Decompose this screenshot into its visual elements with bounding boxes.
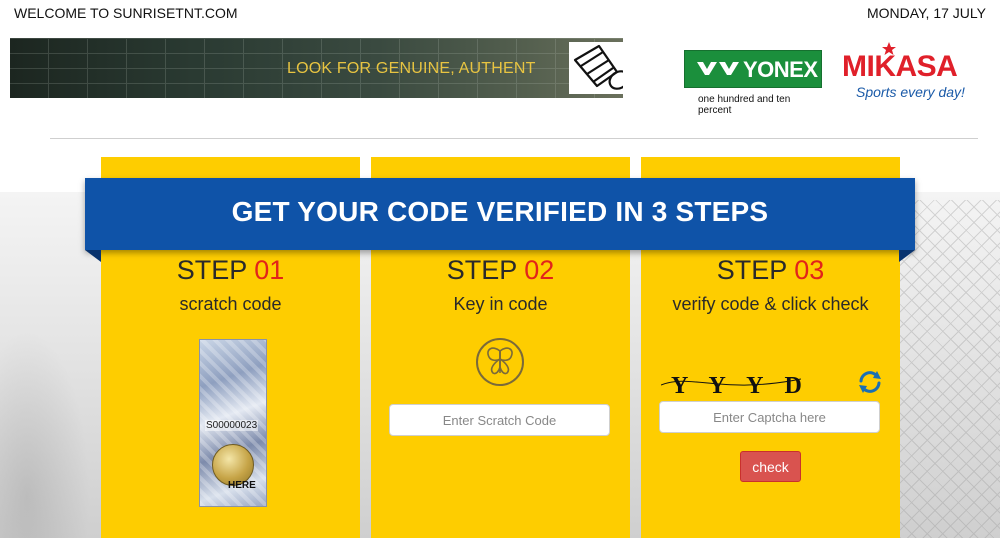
mikasa-tagline: Sports every day! — [856, 84, 965, 100]
step-title: STEP 01 — [101, 255, 360, 286]
step-label: STEP — [176, 255, 247, 285]
step-number: 03 — [794, 255, 825, 285]
check-button[interactable]: check — [740, 451, 801, 482]
step-description: verify code & click check — [672, 294, 869, 314]
step-description: Key in code — [453, 294, 548, 314]
step-label: STEP — [446, 255, 517, 285]
step-number: 02 — [524, 255, 555, 285]
shadow-decoration — [0, 330, 90, 538]
step-title: STEP 02 — [371, 255, 630, 286]
step-description: scratch code — [179, 294, 282, 314]
shuttlecock-icon — [569, 42, 623, 94]
steps-ribbon: GET YOUR CODE VERIFIED IN 3 STEPS — [85, 178, 915, 250]
scratch-serial: S00000023 — [205, 420, 259, 431]
banner-marquee-text: LOOK FOR GENUINE, AUTHENT — [287, 60, 536, 77]
scratch-hint: HERE — [228, 480, 256, 491]
yonex-badge: YONEX — [684, 50, 822, 88]
step-label: STEP — [716, 255, 787, 285]
scratch-label-image: S00000023 HERE — [199, 339, 267, 507]
promo-banner: LOOK FOR GENUINE, AUTHENT — [10, 38, 623, 98]
yonex-logo: YONEX one hundred and ten percent — [684, 50, 822, 116]
captcha-image: Y Y Y D — [661, 373, 801, 399]
ribbon-title: GET YOUR CODE VERIFIED IN 3 STEPS — [231, 196, 769, 227]
divider — [50, 138, 978, 139]
mikasa-logo: MIKASA Sports every day! — [842, 42, 982, 104]
step-number: 01 — [254, 255, 285, 285]
captcha-text: Y Y Y D — [671, 373, 801, 399]
refresh-icon[interactable] — [856, 368, 884, 396]
yonex-tagline: one hundred and ten percent — [698, 94, 791, 116]
welcome-text: WELCOME TO SUNRISETNT.COM — [14, 5, 238, 21]
top-bar: WELCOME TO SUNRISETNT.COM MONDAY, 17 JUL… — [0, 0, 1000, 26]
yonex-emblem-icon — [697, 62, 739, 75]
ribbon-fold-right — [899, 250, 915, 262]
butterfly-key-icon — [476, 338, 524, 386]
yonex-wordmark: YONEX — [743, 57, 818, 82]
mikasa-wordmark: MIKASA — [842, 50, 958, 83]
date-text: MONDAY, 17 JULY — [866, 5, 986, 21]
scratch-code-input[interactable] — [389, 404, 610, 436]
captcha-input[interactable] — [659, 401, 880, 433]
step-title: STEP 03 — [641, 255, 900, 286]
ribbon-fold-left — [85, 250, 101, 262]
